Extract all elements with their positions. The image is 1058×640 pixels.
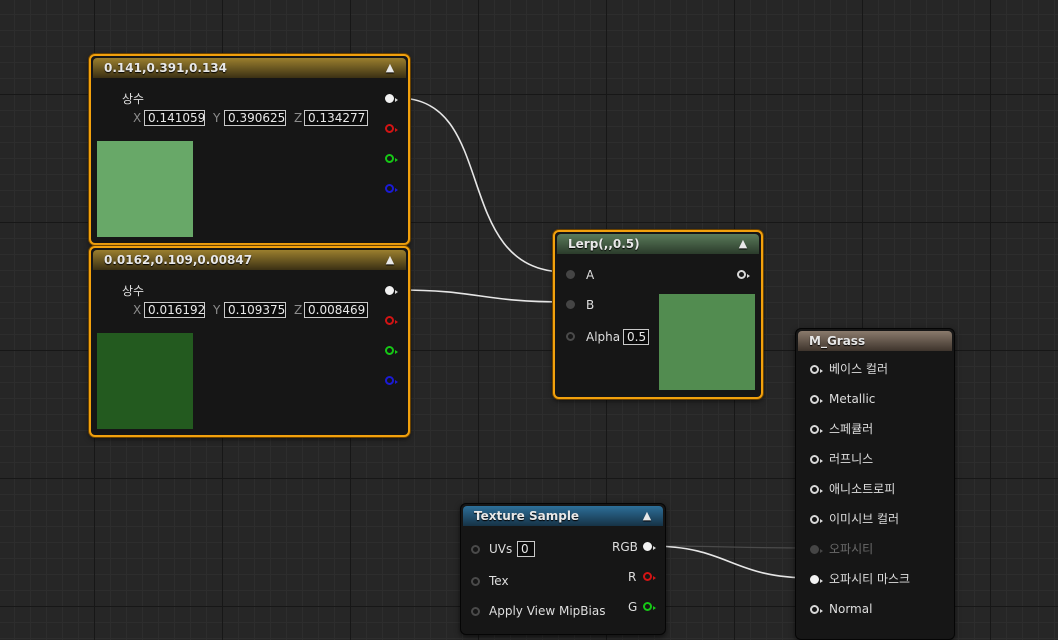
x-axis-label: X [133,111,142,125]
constant-node-2[interactable]: 0.0162,0.109,0.00847 ▲ 상수 X 0.016192 Y 0… [89,246,410,437]
constant-label: 상수 [122,92,145,106]
input-roughness-pin[interactable] [810,455,823,464]
input-anisotropy-pin[interactable] [810,485,823,494]
node-title: 0.0162,0.109,0.00847 [104,253,253,267]
node-header[interactable]: Lerp(,,0.5) ▲ [557,234,759,254]
x-value-field[interactable]: 0.016192 [144,302,205,318]
input-b-label: B [586,298,595,312]
input-anisotropy-label: 애니소트로피 [829,482,896,496]
node-title: Texture Sample [474,509,580,523]
input-mipbias-pin[interactable] [471,607,480,616]
input-specular-pin[interactable] [810,425,823,434]
output-b-pin[interactable] [385,184,398,193]
z-axis-label: Z [294,111,303,125]
output-r-pin[interactable] [643,572,656,581]
input-a-label: A [586,268,595,282]
input-alpha-pin[interactable] [566,332,575,341]
input-metallic-pin[interactable] [810,395,823,404]
output-rgb-pin[interactable] [643,542,656,551]
input-normal-pin[interactable] [810,605,823,614]
chevron-up-icon[interactable]: ▲ [639,508,655,524]
uvs-value-field[interactable]: 0 [517,541,535,557]
input-mipbias-label: Apply View MipBias [489,604,606,618]
constant-label: 상수 [122,284,145,298]
wire-texture-rgb-to-opacity-mask[interactable] [649,545,813,579]
output-r-label: R [628,570,637,584]
output-r-pin[interactable] [385,316,398,325]
wire-constant2-to-lerp-b[interactable] [397,289,567,303]
output-pin[interactable] [737,270,750,279]
input-base-color-label: 베이스 컬러 [829,362,889,376]
z-value-field[interactable]: 0.008469 [304,302,368,318]
output-rgb-label: RGB [612,540,638,554]
texture-sample-node[interactable]: Texture Sample ▲ UVs 0 Tex Apply View Mi… [460,503,666,635]
output-rgb-pin[interactable] [385,286,398,295]
y-value-field[interactable]: 0.109375 [224,302,286,318]
input-a-pin[interactable] [566,270,575,279]
input-emissive-color-label: 이미시브 컬러 [829,512,900,526]
input-metallic-label: Metallic [829,392,876,406]
output-g-pin[interactable] [385,154,398,163]
wire-texture-rgb-to-opacity-dim [649,545,813,549]
constant-node-1[interactable]: 0.141,0.391,0.134 ▲ 상수 X 0.141059 Y 0.39… [89,54,410,245]
input-uvs-pin[interactable] [471,545,480,554]
alpha-value-field[interactable]: 0.5 [623,329,649,345]
node-header[interactable]: 0.0162,0.109,0.00847 ▲ [93,250,406,270]
x-axis-label: X [133,303,142,317]
input-roughness-label: 러프니스 [829,452,874,466]
node-header[interactable]: M_Grass [798,331,952,351]
z-value-field[interactable]: 0.134277 [304,110,368,126]
input-specular-label: 스페큘러 [829,422,874,436]
x-value-field[interactable]: 0.141059 [144,110,205,126]
z-axis-label: Z [294,303,303,317]
color-preview [659,294,755,390]
output-g-pin[interactable] [385,346,398,355]
input-emissive-color-pin[interactable] [810,515,823,524]
input-opacity-label: 오파시티 [829,542,874,556]
input-opacity-pin [810,545,823,554]
node-title: Lerp(,,0.5) [568,237,640,251]
input-tex-pin[interactable] [471,577,480,586]
node-title: 0.141,0.391,0.134 [104,61,227,75]
input-base-color-pin[interactable] [810,365,823,374]
chevron-up-icon[interactable]: ▲ [735,236,751,252]
output-g-pin[interactable] [643,602,656,611]
input-opacity-mask-pin[interactable] [810,575,823,584]
node-title: M_Grass [809,334,866,348]
chevron-up-icon[interactable]: ▲ [382,252,398,268]
input-alpha-label: Alpha [586,330,621,344]
chevron-up-icon[interactable]: ▲ [382,60,398,76]
input-b-pin[interactable] [566,300,575,309]
y-axis-label: Y [213,111,221,125]
input-tex-label: Tex [489,574,509,588]
output-b-pin[interactable] [385,376,398,385]
input-opacity-mask-label: 오파시티 마스크 [829,572,911,586]
color-preview [97,333,193,429]
lerp-node[interactable]: Lerp(,,0.5) ▲ A B Alpha 0.5 [553,230,763,399]
color-preview [97,141,193,237]
output-g-label: G [628,600,638,614]
node-header[interactable]: 0.141,0.391,0.134 ▲ [93,58,406,78]
output-r-pin[interactable] [385,124,398,133]
y-axis-label: Y [213,303,221,317]
y-value-field[interactable]: 0.390625 [224,110,286,126]
wire-constant1-to-lerp-a[interactable] [397,97,567,273]
material-result-node[interactable]: M_Grass 베이스 컬러 Metallic 스페큘러 러프니스 애니소트로피… [795,328,955,640]
node-header[interactable]: Texture Sample ▲ [463,506,663,526]
input-normal-label: Normal [829,602,873,616]
input-uvs-label: UVs [489,542,513,556]
output-rgb-pin[interactable] [385,94,398,103]
